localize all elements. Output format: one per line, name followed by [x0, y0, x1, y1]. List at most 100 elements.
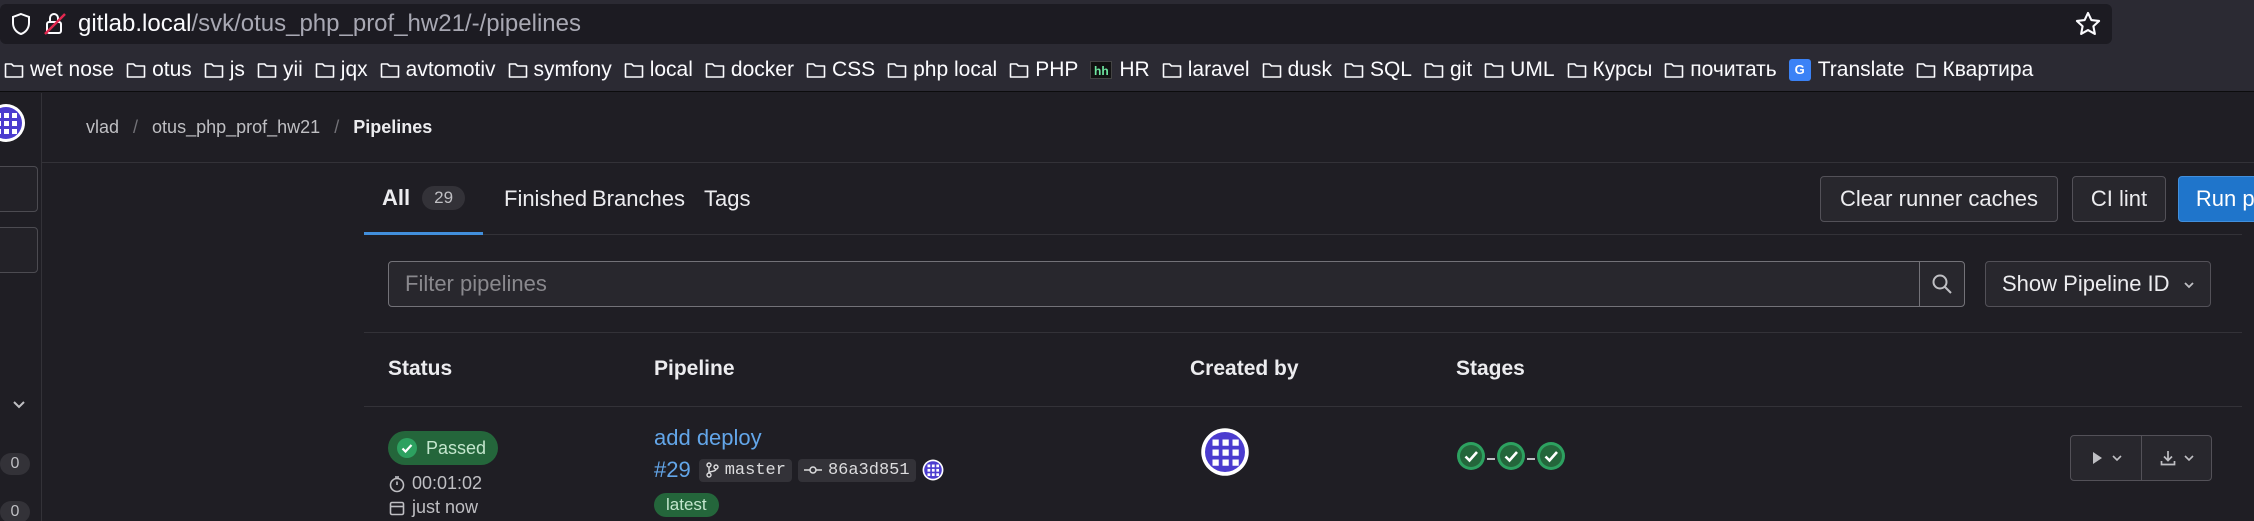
- stage-connector: [1487, 457, 1495, 460]
- folder-icon: [1664, 62, 1684, 78]
- bookmark-item[interactable]: avtomotiv: [376, 52, 504, 88]
- bookmark-item[interactable]: hh HR: [1086, 52, 1157, 88]
- bookmark-label: PHP: [1035, 57, 1079, 81]
- bookmark-item[interactable]: G Translate: [1785, 52, 1913, 88]
- breadcrumb-project[interactable]: otus_php_prof_hw21: [152, 117, 320, 138]
- bookmark-item[interactable]: CSS: [802, 52, 883, 88]
- tab-branches[interactable]: Branches: [574, 163, 703, 235]
- url-path: /svk/otus_php_prof_hw21/-/pipelines: [191, 10, 581, 37]
- shield-icon[interactable]: [10, 12, 32, 36]
- folder-icon: [4, 62, 24, 78]
- manual-jobs-dropdown[interactable]: [2071, 436, 2141, 480]
- folder-icon: [1917, 62, 1936, 78]
- breadcrumb-separator: /: [334, 117, 340, 137]
- bookmark-item[interactable]: PHP: [1005, 52, 1086, 88]
- check-circle-icon: [397, 438, 417, 458]
- bookmark-item[interactable]: Квартира: [1912, 52, 2041, 88]
- tab-all[interactable]: All 29: [364, 163, 484, 235]
- bookmark-label: symfony: [533, 57, 612, 81]
- folder-icon: [126, 62, 146, 78]
- search-icon: [1932, 274, 1952, 294]
- folder-icon: [1344, 62, 1364, 78]
- bookmark-label: SQL: [1369, 57, 1412, 81]
- bookmark-star-icon[interactable]: [2074, 10, 2102, 38]
- clear-runner-caches-button[interactable]: Clear runner caches: [1820, 176, 2058, 222]
- bookmark-label: CSS: [831, 57, 876, 81]
- status-badge[interactable]: Passed: [388, 431, 499, 465]
- bookmark-item[interactable]: symfony: [504, 52, 620, 88]
- bookmark-item[interactable]: SQL: [1340, 52, 1420, 88]
- folder-icon: [1262, 62, 1281, 78]
- bookmark-label: laravel: [1187, 57, 1250, 81]
- tab-all-label: All: [382, 184, 411, 210]
- pipeline-commit-title[interactable]: add deploy: [654, 425, 762, 451]
- project-avatar-icon[interactable]: [0, 103, 26, 143]
- bookmark-label: local: [649, 57, 693, 81]
- header-status: Status: [388, 357, 453, 380]
- pipelines-content: All 29 Finished Branches Tags Clear runn…: [364, 163, 2254, 521]
- bookmark-item[interactable]: yii: [253, 52, 311, 88]
- bookmark-label: yii: [282, 57, 303, 81]
- bookmark-item[interactable]: UML: [1480, 52, 1562, 88]
- folder-icon: [315, 62, 335, 78]
- stage-status-button[interactable]: [1536, 441, 1566, 476]
- bookmark-label: wet nose: [30, 57, 115, 81]
- download-artifacts-dropdown[interactable]: [2141, 436, 2211, 480]
- bookmark-item[interactable]: git: [1420, 52, 1480, 88]
- sidebar-nav-button[interactable]: [0, 166, 38, 212]
- filter-search-button[interactable]: [1919, 261, 1965, 307]
- calendar-icon: [389, 501, 405, 515]
- sidebar-nav-button[interactable]: [0, 227, 38, 273]
- bookmark-item[interactable]: jqx: [311, 52, 376, 88]
- filter-pipelines-input[interactable]: [388, 261, 1944, 307]
- breadcrumb-current[interactable]: Pipelines: [353, 117, 432, 138]
- run-pipeline-button[interactable]: Run pipeline: [2178, 176, 2254, 222]
- bookmark-item[interactable]: docker: [701, 52, 802, 88]
- bookmark-label: HR: [1119, 57, 1150, 81]
- pipelines-tabs-row: All 29 Finished Branches Tags Clear runn…: [364, 163, 2254, 235]
- bookmark-label: Квартира: [1942, 57, 2034, 81]
- bookmark-item[interactable]: php local: [883, 52, 1005, 88]
- breadcrumb: vlad / otus_php_prof_hw21 / Pipelines: [86, 117, 432, 138]
- folder-icon: [1009, 62, 1029, 78]
- folder-icon: [705, 62, 725, 78]
- bookmark-item[interactable]: otus: [122, 52, 200, 88]
- bookmark-label: git: [1449, 57, 1473, 81]
- sidebar-count-badge: 0: [0, 453, 30, 475]
- stage-status-button[interactable]: [1496, 441, 1526, 476]
- folder-icon: [887, 62, 907, 78]
- stage-connector: [1527, 457, 1535, 460]
- chevron-down-icon[interactable]: [10, 395, 28, 413]
- breadcrumb-user[interactable]: vlad: [86, 117, 119, 138]
- bookmark-label: Курсы: [1592, 57, 1653, 81]
- bookmark-label: docker: [730, 57, 794, 81]
- show-pipeline-id-dropdown[interactable]: Show Pipeline ID: [1985, 261, 2211, 307]
- stage-status-button[interactable]: [1456, 441, 1486, 476]
- pipeline-id-link[interactable]: #29: [654, 457, 691, 483]
- check-circle-icon: [1537, 442, 1565, 470]
- bookmark-item[interactable]: js: [200, 52, 253, 88]
- header-created-by: Created by: [1190, 357, 1299, 380]
- bookmark-item[interactable]: wet nose: [0, 52, 122, 88]
- branch-chip[interactable]: master: [698, 458, 792, 482]
- branch-name: master: [724, 460, 786, 480]
- pipelines-table-header: Status Pipeline Created by Stages: [364, 333, 2242, 407]
- insecure-lock-icon[interactable]: [42, 11, 68, 37]
- tab-tags[interactable]: Tags: [686, 163, 768, 235]
- commit-chip[interactable]: 86a3d851: [797, 458, 916, 482]
- ci-lint-button[interactable]: CI lint: [2072, 176, 2166, 222]
- bookmark-label: jqx: [340, 57, 368, 81]
- show-pipeline-id-label: Show Pipeline ID: [2002, 271, 2170, 296]
- bookmark-item[interactable]: local: [620, 52, 701, 88]
- top-bar: vlad / otus_php_prof_hw21 / Pipelines: [42, 93, 2254, 163]
- hh-icon: hh: [1090, 60, 1113, 79]
- folder-icon: [380, 62, 399, 78]
- commit-author-avatar[interactable]: [922, 459, 944, 481]
- creator-avatar[interactable]: [1200, 427, 1250, 477]
- bookmark-label: otus: [152, 57, 192, 81]
- bookmark-item[interactable]: dusk: [1258, 52, 1340, 88]
- bookmark-item[interactable]: laravel: [1158, 52, 1258, 88]
- bookmark-item[interactable]: Курсы: [1563, 52, 1661, 88]
- url-text[interactable]: gitlab.local/svk/otus_php_prof_hw21/-/pi…: [78, 10, 581, 38]
- bookmark-item[interactable]: почитать: [1660, 52, 1784, 88]
